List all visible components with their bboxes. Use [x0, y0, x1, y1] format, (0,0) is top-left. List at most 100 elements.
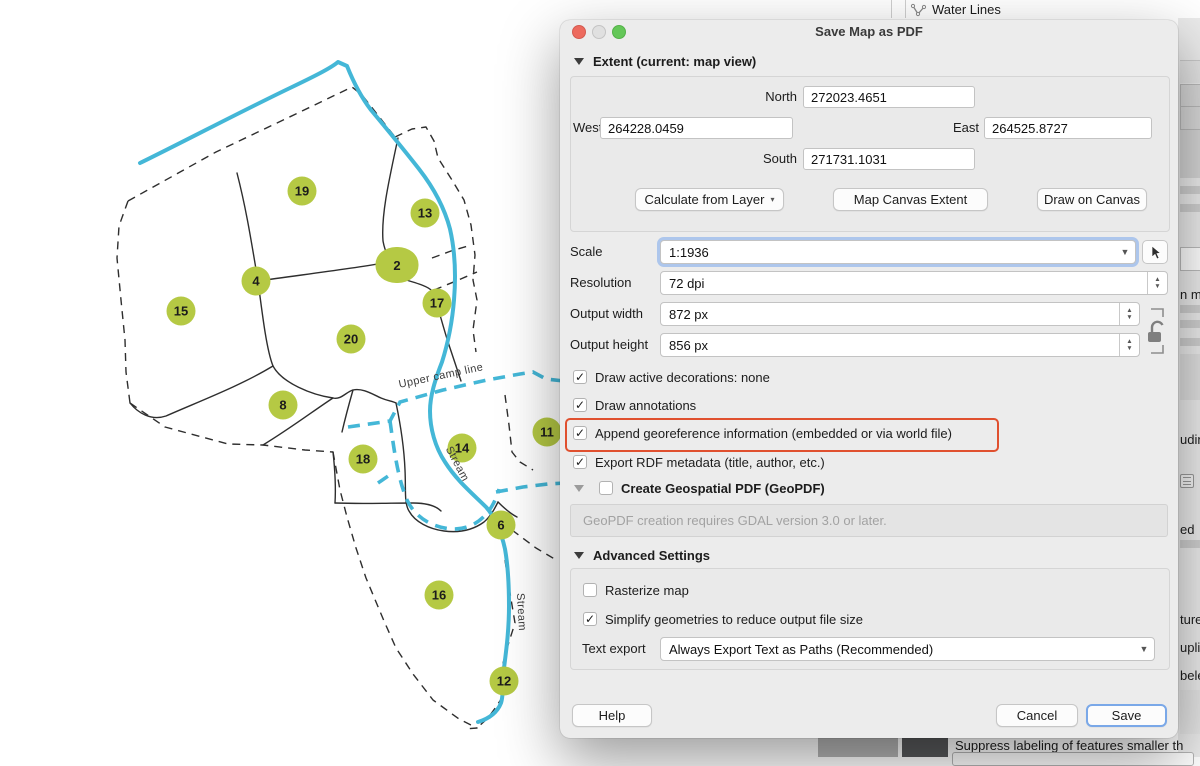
simplify-option[interactable]: Simplify geometries to reduce output fil…: [583, 608, 863, 630]
geopdf-note: GeoPDF creation requires GDAL version 3.…: [570, 504, 1168, 537]
zoom-button[interactable]: [612, 25, 626, 39]
output-height-label: Output height: [570, 334, 648, 356]
north-input[interactable]: 272023.4651: [803, 86, 975, 108]
set-scale-from-canvas-button[interactable]: [1142, 240, 1168, 264]
dialog-titlebar[interactable]: Save Map as PDF: [560, 20, 1178, 42]
cancel-button[interactable]: Cancel: [996, 704, 1078, 727]
help-label: Help: [599, 708, 626, 723]
georeference-checkbox[interactable]: [573, 426, 587, 440]
text-export-value: Always Export Text as Paths (Recommended…: [661, 642, 1134, 657]
rdf-metadata-label: Export RDF metadata (title, author, etc.…: [595, 455, 825, 470]
west-label: West: [573, 117, 602, 139]
map-marker-11: 11: [533, 418, 562, 447]
resolution-value: 72 dpi: [661, 276, 1147, 291]
output-height-value: 856 px: [661, 338, 1119, 353]
map-marker-18: 18: [349, 445, 378, 474]
suppress-labeling-text: Suppress labeling of features smaller th: [955, 738, 1183, 753]
panel-divider: [905, 0, 906, 18]
clipped-text-fragment: ture: [1180, 612, 1200, 627]
north-label: North: [765, 86, 797, 108]
east-label: East: [953, 117, 979, 139]
geopdf-note-text: GeoPDF creation requires GDAL version 3.…: [583, 513, 887, 528]
help-button[interactable]: Help: [572, 704, 652, 727]
panel-fragment: [1180, 540, 1200, 548]
minimize-button: [592, 25, 606, 39]
rasterize-option[interactable]: Rasterize map: [583, 579, 689, 601]
georeference-label: Append georeference information (embedde…: [595, 426, 952, 441]
save-map-as-pdf-dialog: Save Map as PDF Extent (current: map vie…: [560, 20, 1178, 738]
stream-line: [140, 62, 509, 722]
dialog-title: Save Map as PDF: [815, 24, 923, 39]
panel-fragment: [1180, 204, 1200, 212]
panel-fragment: [1180, 690, 1200, 734]
map-canvas-extent-label: Map Canvas Extent: [854, 192, 967, 207]
georeference-option[interactable]: Append georeference information (embedde…: [573, 422, 952, 444]
resolution-spinbox[interactable]: 72 dpi ▲▼: [660, 271, 1168, 295]
decorations-option[interactable]: Draw active decorations: none: [573, 366, 770, 388]
south-input[interactable]: 271731.1031: [803, 148, 975, 170]
calculate-from-layer-label: Calculate from Layer: [645, 192, 765, 207]
map-marker-20: 20: [337, 325, 366, 354]
clipped-text-fragment: ed: [1180, 522, 1194, 537]
map-label: Stream: [514, 593, 528, 631]
panel-fragment: [1180, 320, 1200, 328]
output-height-spinbox[interactable]: 856 px ▲▼: [660, 333, 1140, 357]
background-panel-edge: n mudinedtureuplibele: [1178, 18, 1200, 757]
aspect-ratio-lock-icon[interactable]: [1144, 305, 1170, 357]
scale-label: Scale: [570, 241, 603, 263]
panel-fragment: [1180, 130, 1200, 178]
color-swatch-dark[interactable]: [902, 737, 948, 757]
panel-fragment: [1180, 60, 1200, 83]
map-marker-16: 16: [425, 581, 454, 610]
calculate-from-layer-button[interactable]: Calculate from Layer ▾: [635, 188, 784, 211]
spinner-arrows-icon[interactable]: ▲▼: [1119, 334, 1139, 356]
east-input[interactable]: 264525.8727: [984, 117, 1152, 139]
annotations-label: Draw annotations: [595, 398, 696, 413]
list-icon: [1180, 474, 1194, 488]
collapse-triangle-icon[interactable]: [574, 485, 584, 492]
extent-header-label: Extent (current: map view): [593, 54, 756, 69]
geopdf-option[interactable]: Create Geospatial PDF (GeoPDF): [574, 477, 825, 499]
resolution-label: Resolution: [570, 272, 631, 294]
annotations-checkbox[interactable]: [573, 398, 587, 412]
cancel-label: Cancel: [1017, 708, 1057, 723]
output-width-spinbox[interactable]: 872 px ▲▼: [660, 302, 1140, 326]
color-swatch-gray[interactable]: [818, 737, 898, 757]
map-marker-19: 19: [288, 177, 317, 206]
text-export-dropdown[interactable]: Always Export Text as Paths (Recommended…: [660, 637, 1155, 661]
map-marker-13: 13: [411, 199, 440, 228]
geopdf-checkbox[interactable]: [599, 481, 613, 495]
partial-input-field[interactable]: [952, 752, 1194, 766]
panel-fragment: [1180, 305, 1200, 313]
spinner-arrows-icon[interactable]: ▲▼: [1147, 272, 1167, 294]
extent-section-header[interactable]: Extent (current: map view): [574, 54, 756, 69]
rdf-metadata-option[interactable]: Export RDF metadata (title, author, etc.…: [573, 451, 825, 473]
advanced-settings-header[interactable]: Advanced Settings: [574, 548, 710, 563]
cursor-icon: [1148, 245, 1162, 260]
clipped-text-fragment: bele: [1180, 668, 1200, 683]
close-button[interactable]: [572, 25, 586, 39]
panel-fragment: [1180, 186, 1200, 194]
draw-on-canvas-button[interactable]: Draw on Canvas: [1037, 188, 1147, 211]
save-button[interactable]: Save: [1086, 704, 1167, 727]
map-marker-12: 12: [490, 667, 519, 696]
decorations-checkbox[interactable]: [573, 370, 587, 384]
panel-fragment: [1180, 338, 1200, 346]
advanced-settings-label: Advanced Settings: [593, 548, 710, 563]
spinner-arrows-icon[interactable]: ▲▼: [1119, 303, 1139, 325]
layer-panel-water-lines-row[interactable]: Water Lines: [884, 0, 1200, 18]
annotations-option[interactable]: Draw annotations: [573, 394, 696, 416]
decorations-label: Draw active decorations: none: [595, 370, 770, 385]
panel-fragment: [1180, 106, 1200, 130]
west-input[interactable]: 264228.0459: [600, 117, 793, 139]
rdf-metadata-checkbox[interactable]: [573, 455, 587, 469]
scale-combobox[interactable]: 1:1936 ▼: [660, 240, 1136, 264]
collapse-triangle-icon: [574, 552, 584, 559]
map-canvas-extent-button[interactable]: Map Canvas Extent: [833, 188, 988, 211]
south-label: South: [763, 148, 797, 170]
simplify-checkbox[interactable]: [583, 612, 597, 626]
map-marker-8: 8: [269, 391, 298, 420]
clipped-text-fragment: n m: [1180, 287, 1200, 302]
rasterize-checkbox[interactable]: [583, 583, 597, 597]
dropdown-arrow-icon: ▾: [770, 195, 774, 204]
